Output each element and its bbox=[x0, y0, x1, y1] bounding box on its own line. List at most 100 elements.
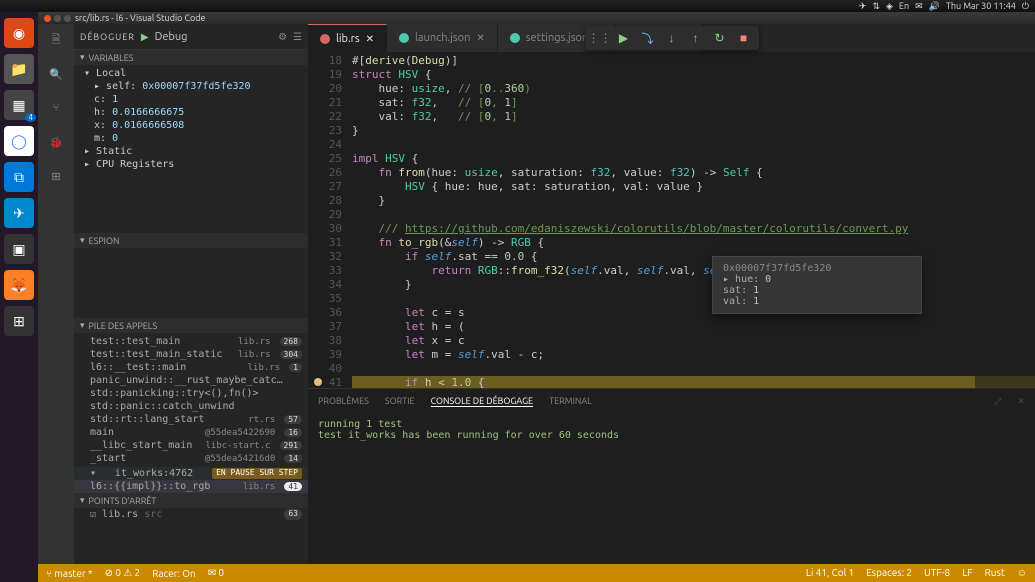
var-row[interactable]: ▸ self: 0x00007f37fd5fe320 bbox=[74, 80, 308, 93]
status-msgs[interactable]: ✉ 0 bbox=[208, 567, 224, 579]
debug-icon[interactable]: 🐞 bbox=[46, 132, 66, 152]
code-line[interactable]: 24 bbox=[308, 138, 1035, 152]
close-icon[interactable]: ✕ bbox=[366, 33, 374, 45]
watch-header[interactable]: ▾ ESPION bbox=[74, 233, 308, 248]
launcher-telegram-icon[interactable]: ✈ bbox=[4, 198, 34, 228]
code-line[interactable]: 36 let c = s bbox=[308, 306, 1035, 320]
variables-header[interactable]: ▾ VARIABLES bbox=[74, 50, 308, 65]
tray-mail-icon[interactable]: ✉ bbox=[915, 1, 923, 12]
status-eol[interactable]: LF bbox=[962, 567, 972, 579]
tray-wifi-icon[interactable]: ⇅ bbox=[872, 1, 880, 12]
launcher-firefox-icon[interactable]: 🦊 bbox=[4, 270, 34, 300]
breakpoint-row[interactable]: ☑ lib.rs src 63 bbox=[74, 508, 308, 521]
code-line[interactable]: 20 hue: usize, // [0..360) bbox=[308, 82, 1035, 96]
continue-button[interactable]: ▶ bbox=[615, 29, 633, 47]
code-line[interactable]: 41 if h < 1.0 { bbox=[308, 376, 1035, 388]
code-line[interactable]: 35 bbox=[308, 292, 1035, 306]
close-icon[interactable]: ✕ bbox=[476, 32, 484, 44]
launcher-terminal-icon[interactable]: ▣ bbox=[4, 234, 34, 264]
launcher-dash-icon[interactable]: ◉ bbox=[4, 18, 34, 48]
drag-handle-icon[interactable]: ⋮⋮ bbox=[591, 29, 609, 47]
code-line[interactable]: 27 HSV { hue: hue, sat: saturation, val:… bbox=[308, 180, 1035, 194]
extensions-icon[interactable]: ⊞ bbox=[46, 166, 66, 186]
thread-row[interactable]: ▾ it_works:4762 EN PAUSE SUR STEP bbox=[74, 467, 308, 480]
scm-icon[interactable]: ⑂ bbox=[46, 98, 66, 118]
power-icon[interactable]: ⏻ bbox=[1022, 1, 1029, 12]
tray-sound-icon[interactable]: 🔊 bbox=[929, 1, 940, 12]
debug-console-icon[interactable]: ☰ bbox=[293, 31, 302, 43]
maximize-icon[interactable] bbox=[64, 15, 71, 22]
var-group[interactable]: ▾ Local bbox=[74, 67, 308, 80]
var-group[interactable]: ▸ CPU Registers bbox=[74, 158, 308, 171]
code-line[interactable]: 29 bbox=[308, 208, 1035, 222]
callstack-row[interactable]: __libc_start_mainlibc-start.c 291 bbox=[74, 439, 308, 452]
tray-net-icon[interactable]: ◈ bbox=[886, 1, 893, 12]
debug-config-gear-icon[interactable]: ⚙ bbox=[278, 31, 287, 43]
callstack-row[interactable]: std::rt::lang_startrt.rs 57 bbox=[74, 413, 308, 426]
breakpoints-header[interactable]: ▾ POINTS D'ARRÊT bbox=[74, 493, 308, 508]
debug-config-select[interactable]: Debug bbox=[155, 31, 188, 43]
callstack-row[interactable]: panic_unwind::__rust_maybe_catc… bbox=[74, 374, 308, 387]
step-into-button[interactable]: ↓ bbox=[663, 29, 681, 47]
panel-tab[interactable]: SORTIE bbox=[385, 396, 415, 406]
close-icon[interactable] bbox=[44, 15, 51, 22]
minimap[interactable] bbox=[975, 52, 1035, 564]
step-out-button[interactable]: ↑ bbox=[687, 29, 705, 47]
status-lang[interactable]: Rust bbox=[985, 567, 1005, 579]
code-line[interactable]: 18#[derive(Debug)] bbox=[308, 54, 1035, 68]
clock[interactable]: Thu Mar 30 11:44 bbox=[946, 1, 1016, 11]
status-problems[interactable]: ⊘ 0 ⚠ 2 bbox=[105, 567, 141, 579]
code-line[interactable]: 19struct HSV { bbox=[308, 68, 1035, 82]
tray-kb-icon[interactable]: En bbox=[899, 1, 909, 11]
launcher-chrome-icon[interactable]: ◯ bbox=[4, 126, 34, 156]
search-icon[interactable]: 🔍 bbox=[46, 64, 66, 84]
debug-toolbar[interactable]: ⋮⋮ ▶ ⤵ ↓ ↑ ↻ ■ bbox=[585, 26, 759, 50]
panel-tab[interactable]: PROBLÈMES bbox=[318, 396, 369, 406]
code-line[interactable]: 34 } bbox=[308, 278, 1035, 292]
launcher-vscode-icon[interactable]: ⧉ bbox=[4, 162, 34, 192]
callstack-row[interactable]: main@55dea5422690 16 bbox=[74, 426, 308, 439]
minimize-icon[interactable] bbox=[54, 15, 61, 22]
status-racer[interactable]: Racer: On bbox=[152, 568, 196, 579]
panel-tab[interactable]: CONSOLE DE DÉBOGAGE bbox=[431, 396, 534, 407]
stop-button[interactable]: ■ bbox=[735, 29, 753, 47]
callstack-row[interactable]: std::panic::catch_unwind bbox=[74, 400, 308, 413]
status-cursor-pos[interactable]: Li 41, Col 1 bbox=[806, 567, 854, 579]
status-branch[interactable]: ⑂ master * bbox=[46, 568, 93, 579]
launcher-workspace-icon[interactable]: ⊞ bbox=[4, 306, 34, 336]
window-titlebar[interactable]: src/lib.rs - l6 - Visual Studio Code bbox=[38, 12, 1035, 24]
code-line[interactable]: 26 fn from(hue: usize, saturation: f32, … bbox=[308, 166, 1035, 180]
code-line[interactable]: 23} bbox=[308, 124, 1035, 138]
code-line[interactable]: 33 return RGB::from_f32(self.val, self.v… bbox=[308, 264, 1035, 278]
code-line[interactable]: 37 let h = ( bbox=[308, 320, 1035, 334]
callstack-row[interactable]: test::test_mainlib.rs 268 bbox=[74, 335, 308, 348]
editor-tab[interactable]: launch.json✕ bbox=[387, 24, 498, 52]
status-encoding[interactable]: UTF-8 bbox=[924, 567, 950, 579]
tray-telegram-icon[interactable]: ✈ bbox=[859, 1, 867, 12]
status-feedback-icon[interactable]: ☺ bbox=[1017, 567, 1027, 579]
code-editor[interactable]: 18#[derive(Debug)]19struct HSV {20 hue: … bbox=[308, 52, 1035, 388]
var-group[interactable]: ▸ Static bbox=[74, 145, 308, 158]
code-line[interactable]: 28 } bbox=[308, 194, 1035, 208]
callstack-row[interactable]: l6::__test::mainlib.rs 1 bbox=[74, 361, 308, 374]
code-line[interactable]: 32 if self.sat == 0.0 { bbox=[308, 250, 1035, 264]
callstack-row[interactable]: test::test_main_staticlib.rs 304 bbox=[74, 348, 308, 361]
start-debug-button[interactable]: ▶ bbox=[141, 31, 149, 43]
debug-console-output[interactable]: running 1 test test it_works has been ru… bbox=[308, 413, 1035, 564]
code-line[interactable]: 31 fn to_rgb(&self) -> RGB { bbox=[308, 236, 1035, 250]
launcher-app-icon[interactable]: ▦4 bbox=[4, 90, 34, 120]
restart-button[interactable]: ↻ bbox=[711, 29, 729, 47]
status-indent[interactable]: Espaces: 2 bbox=[866, 567, 912, 579]
code-line[interactable]: 21 sat: f32, // [0, 1] bbox=[308, 96, 1035, 110]
callstack-header[interactable]: ▾ PILE DES APPELS bbox=[74, 318, 308, 333]
code-line[interactable]: 30 /// https://github.com/edaniszewski/c… bbox=[308, 222, 1035, 236]
callstack-row[interactable]: std::panicking::try<(),fn()> bbox=[74, 387, 308, 400]
code-line[interactable]: 25impl HSV { bbox=[308, 152, 1035, 166]
launcher-files-icon[interactable]: 📁 bbox=[4, 54, 34, 84]
explorer-icon[interactable]: 🗎 bbox=[46, 30, 66, 50]
code-line[interactable]: 40 bbox=[308, 362, 1035, 376]
step-over-button[interactable]: ⤵ bbox=[639, 29, 657, 47]
code-line[interactable]: 22 val: f32, // [0, 1] bbox=[308, 110, 1035, 124]
code-line[interactable]: 38 let x = c bbox=[308, 334, 1035, 348]
current-frame[interactable]: l6::{{impl}}::to_rgb lib.rs 41 bbox=[74, 480, 308, 493]
